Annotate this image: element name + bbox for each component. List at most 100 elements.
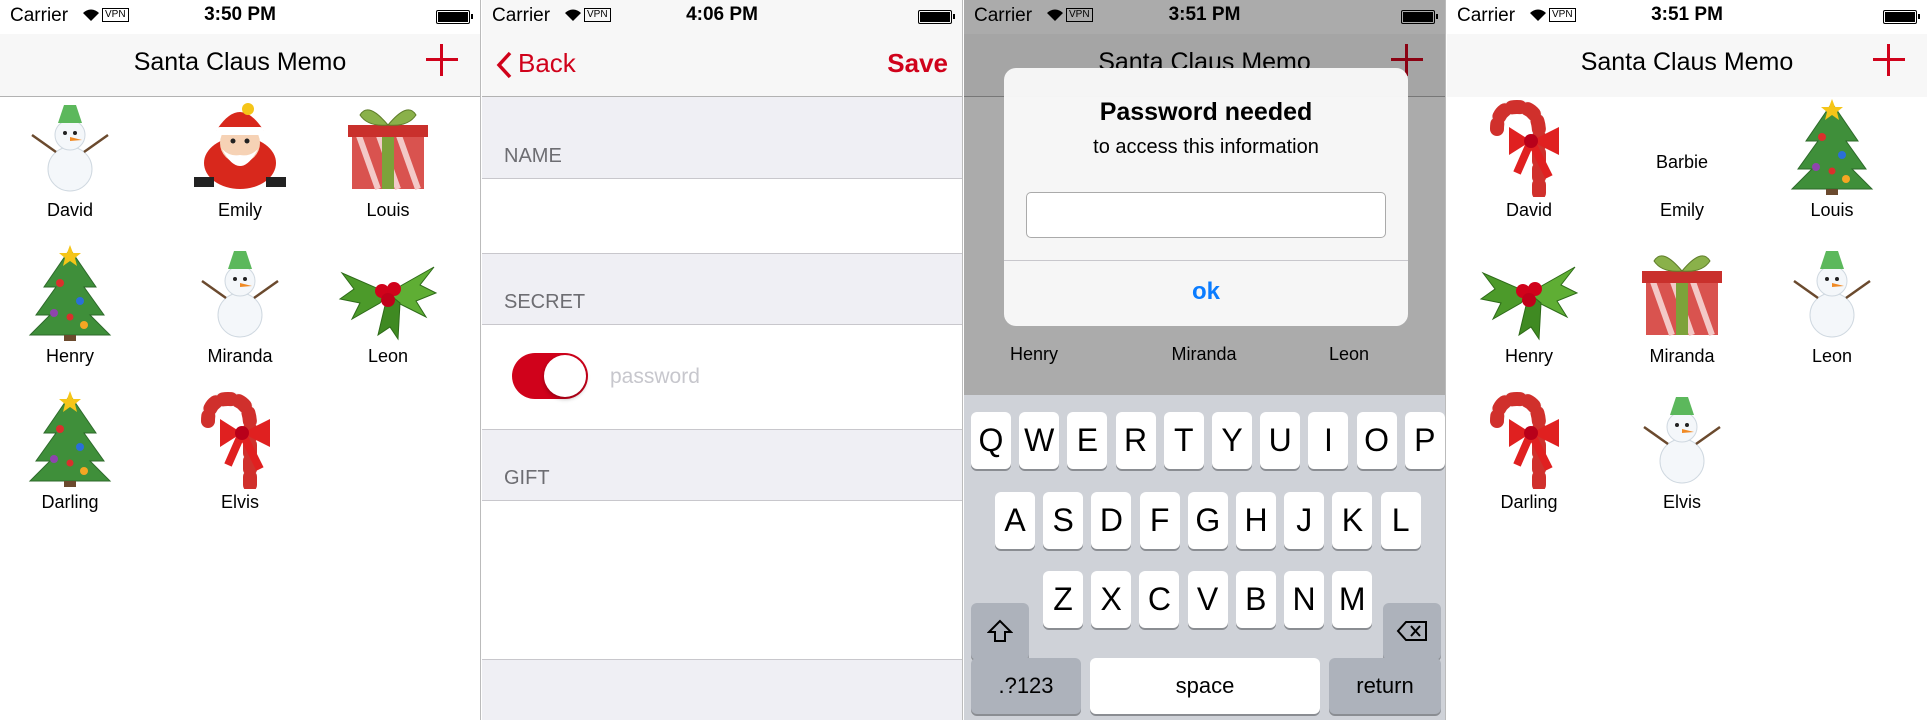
key-x[interactable]: X [1091, 571, 1132, 628]
tree-icon [28, 391, 112, 487]
contact-cell[interactable]: Barbie Emily [1612, 97, 1752, 237]
contact-cell[interactable]: Henry [1459, 243, 1599, 383]
toggle-knob [544, 355, 586, 397]
key-k[interactable]: K [1332, 492, 1373, 549]
return-key[interactable]: return [1329, 658, 1441, 714]
contact-cell[interactable]: Henry [0, 243, 140, 383]
gift-field[interactable] [482, 500, 962, 660]
contact-name: Emily [1660, 200, 1704, 220]
page-title: Santa Claus Memo [133, 48, 347, 76]
backspace-key[interactable] [1383, 603, 1441, 660]
contact-cell[interactable]: Miranda [170, 243, 310, 383]
key-f[interactable]: F [1139, 492, 1180, 549]
contact-name: David [46, 200, 94, 220]
key-p[interactable]: P [1404, 412, 1445, 469]
back-label: Back [518, 48, 576, 78]
key-m[interactable]: M [1332, 571, 1373, 628]
key-t[interactable]: T [1163, 412, 1204, 469]
ok-button[interactable]: ok [1004, 278, 1408, 306]
contact-cell[interactable]: Darling [0, 389, 140, 529]
contact-name: Louis [1810, 200, 1854, 220]
contact-cell[interactable]: Darling [1459, 389, 1599, 529]
alert-title: Password needed [1099, 98, 1313, 126]
secret-toggle[interactable] [512, 353, 588, 399]
contact-cell[interactable]: Louis [1762, 97, 1902, 237]
name-field[interactable] [482, 178, 962, 254]
shift-icon [986, 619, 1014, 642]
name-section-header: NAME [504, 145, 562, 167]
candy-cane-icon [1490, 99, 1559, 197]
contact-cell[interactable]: Miranda [1612, 243, 1752, 383]
gift-section-header: GIFT [504, 467, 550, 489]
contact-cell[interactable]: Louis [318, 97, 458, 237]
battery-icon [1883, 10, 1920, 24]
password-field[interactable]: password [610, 365, 700, 389]
key-z[interactable]: Z [1043, 571, 1083, 628]
candy-cane-icon [1490, 391, 1559, 489]
contact-cell[interactable]: Elvis [170, 389, 310, 529]
secret-row: password [482, 324, 962, 430]
holly-icon [1479, 266, 1579, 341]
status-time: 3:51 PM [1651, 4, 1723, 25]
contact-name: Henry [1504, 346, 1553, 366]
alert-message: to access this information [1093, 136, 1319, 158]
tree-icon [28, 245, 112, 341]
key-n[interactable]: N [1284, 571, 1324, 628]
key-r[interactable]: R [1115, 412, 1156, 469]
key-o[interactable]: O [1356, 412, 1397, 469]
key-u[interactable]: U [1260, 412, 1301, 469]
contact-gift-text: Barbie [1655, 152, 1709, 172]
alert-password-input[interactable] [1026, 192, 1386, 238]
secret-section-header: SECRET [504, 291, 586, 313]
candy-cane-icon [201, 391, 270, 489]
snowman-icon [1793, 251, 1871, 338]
space-key[interactable]: space [1090, 658, 1320, 714]
password-alert: Password needed to access this informati… [1004, 68, 1408, 326]
contact-name: Miranda [1649, 346, 1715, 366]
key-d[interactable]: D [1091, 492, 1132, 549]
gift-icon [348, 109, 428, 191]
key-y[interactable]: Y [1212, 412, 1252, 469]
save-button[interactable]: Save [887, 48, 948, 79]
key-q[interactable]: Q [971, 412, 1011, 469]
add-icon[interactable] [1873, 44, 1905, 76]
key-v[interactable]: V [1187, 571, 1228, 628]
contact-name: Leon [367, 346, 409, 366]
nav-bar: Santa Claus Memo [1447, 34, 1927, 97]
key-a[interactable]: A [995, 492, 1035, 549]
shift-key[interactable] [971, 603, 1029, 660]
key-l[interactable]: L [1380, 492, 1421, 549]
key-w[interactable]: W [1019, 412, 1060, 469]
key-j[interactable]: J [1284, 492, 1325, 549]
key-b[interactable]: B [1235, 571, 1276, 628]
page-title: Santa Claus Memo [1580, 48, 1794, 76]
gift-icon [1642, 255, 1722, 337]
contact-cell[interactable]: David [1459, 97, 1599, 237]
contact-cell[interactable]: David [0, 97, 140, 237]
key-g[interactable]: G [1187, 492, 1228, 549]
contact-cell[interactable]: Emily [170, 97, 310, 237]
key-h[interactable]: H [1236, 492, 1276, 549]
contact-name: Miranda [207, 346, 273, 366]
key-c[interactable]: C [1139, 571, 1180, 628]
contact-name: David [1505, 200, 1553, 220]
key-e[interactable]: E [1067, 412, 1108, 469]
key-i[interactable]: I [1308, 412, 1349, 469]
battery-icon [436, 10, 473, 24]
nav-bar: Back Save [482, 34, 962, 97]
add-icon[interactable] [426, 44, 458, 76]
numbers-key[interactable]: .?123 [971, 658, 1081, 714]
contact-cell[interactable]: Leon [1762, 243, 1902, 383]
screen-list: Carrier VPN 3:50 PM Santa Claus Memo Dav… [0, 0, 481, 720]
back-button[interactable]: Back [496, 48, 576, 79]
backspace-icon [1396, 621, 1427, 641]
key-s[interactable]: S [1043, 492, 1084, 549]
status-bar: Carrier VPN 3:50 PM [0, 0, 480, 34]
nav-bar: Santa Claus Memo [0, 34, 480, 97]
screen-password-alert: Carrier VPN 3:51 PM Santa Claus Memo Hen… [964, 0, 1446, 720]
snowman-icon [31, 105, 109, 192]
contact-name: Leon [1811, 346, 1853, 366]
snowman-icon [201, 251, 279, 338]
contact-cell[interactable]: Elvis [1612, 389, 1752, 529]
contact-cell[interactable]: Leon [318, 243, 458, 383]
